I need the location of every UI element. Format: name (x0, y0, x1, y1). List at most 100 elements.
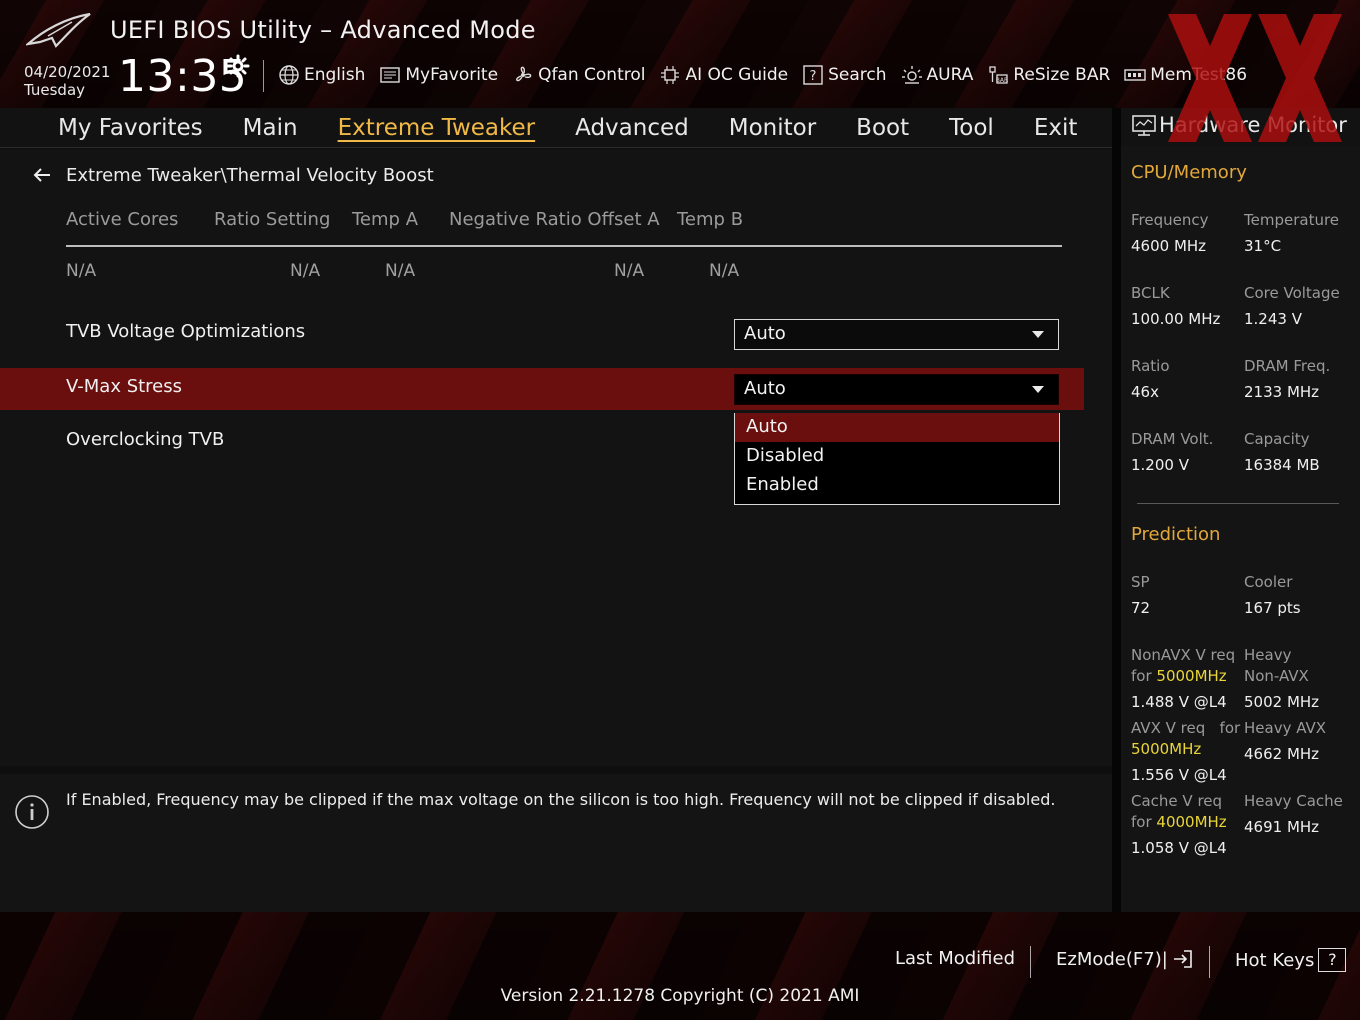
table-cell: N/A (385, 261, 416, 281)
column-header: Active Cores (66, 209, 179, 230)
toolbar-resizebar-button[interactable]: BAR ReSize BAR (987, 64, 1110, 86)
tab-my-favorites[interactable]: My Favorites (38, 110, 223, 146)
setting-label: TVB Voltage Optimizations (66, 321, 306, 342)
hw-value: 16384 MB (1244, 456, 1320, 474)
main-nav: My Favorites Main Extreme Tweaker Advanc… (0, 108, 1112, 148)
toolbar-aura-label: AURA (926, 65, 974, 85)
tvb-voltage-select[interactable]: Auto (734, 319, 1059, 350)
toolbar-qfan-label: Qfan Control (538, 65, 646, 85)
hw-value: 1.243 V (1244, 310, 1302, 328)
hw-label: Core Voltage (1244, 284, 1340, 302)
hw-label: Heavy (1244, 646, 1292, 664)
column-header: Ratio Setting (214, 209, 331, 230)
toolbar-aioc-label: AI OC Guide (685, 65, 789, 85)
ezmode-label: EzMode(F7)| (1056, 948, 1168, 970)
hw-value: 4691 MHz (1244, 818, 1320, 836)
toolbar-resizebar-label: ReSize BAR (1013, 65, 1111, 85)
exit-arrow-icon (1173, 950, 1192, 968)
toolbar-search-label: Search (828, 65, 887, 85)
aura-icon (901, 66, 922, 84)
hw-value: 100.00 MHz (1131, 310, 1221, 328)
question-icon: ? (803, 65, 823, 85)
panel-divider (1112, 108, 1121, 912)
v-max-stress-dropdown: Auto Disabled Enabled (734, 413, 1060, 505)
footer-divider (1030, 946, 1031, 978)
table-divider (66, 245, 1062, 247)
day-text: Tuesday (24, 81, 86, 99)
hw-value: 46x (1131, 383, 1159, 401)
v-max-stress-select[interactable]: Auto (734, 374, 1059, 405)
column-header: Negative Ratio Offset A (449, 209, 660, 230)
toolbar-search-button[interactable]: ? Search (802, 64, 887, 86)
footer-divider (1209, 946, 1210, 978)
hw-label: Capacity (1244, 430, 1310, 448)
hw-label: Cache V req (1131, 792, 1223, 810)
hw-label: 5000MHz (1131, 739, 1201, 760)
hw-value: 2133 MHz (1244, 383, 1320, 401)
header-divider (263, 60, 264, 92)
memory-icon (1124, 69, 1146, 81)
tab-extreme-tweaker[interactable]: Extreme Tweaker (318, 110, 556, 146)
setting-tvb-voltage-optimizations[interactable]: TVB Voltage Optimizations Auto (0, 313, 1084, 355)
hw-label: Frequency (1131, 211, 1209, 229)
hw-label-for: for (1219, 719, 1241, 737)
dropdown-option-disabled[interactable]: Disabled (735, 442, 1059, 471)
hw-value: 1.200 V (1131, 456, 1189, 474)
help-text: If Enabled, Frequency may be clipped if … (66, 790, 1056, 809)
toolbar-myfavorite-label: MyFavorite (405, 65, 499, 85)
rog-logo-icon (26, 12, 91, 48)
hw-label: DRAM Freq. (1244, 357, 1331, 375)
table-cell: N/A (614, 261, 645, 281)
last-modified-label: Last Modified (895, 948, 1016, 969)
tab-boot[interactable]: Boot (836, 110, 929, 146)
toolbar-memtest-button[interactable]: MemTest86 (1124, 64, 1247, 86)
dropdown-option-auto[interactable]: Auto (735, 413, 1059, 442)
ezmode-button[interactable]: EzMode(F7)| (1056, 948, 1194, 970)
toolbar-myfavorite-button[interactable]: MyFavorite (379, 64, 498, 86)
back-arrow-icon[interactable] (30, 163, 54, 187)
gear-icon[interactable] (226, 54, 250, 78)
hw-label: Ratio (1131, 357, 1170, 375)
svg-text:BAR: BAR (996, 77, 1008, 84)
hot-keys-label: Hot Keys (1235, 949, 1315, 971)
select-value: Auto (744, 323, 786, 344)
tab-main[interactable]: Main (223, 110, 318, 146)
hw-label: BCLK (1131, 284, 1170, 302)
svg-text:?: ? (810, 69, 817, 84)
select-value: Auto (744, 378, 786, 399)
toolbar-aioc-button[interactable]: AI OC Guide (659, 64, 788, 86)
hw-value: 31°C (1244, 237, 1282, 255)
tab-exit[interactable]: Exit (1014, 110, 1098, 146)
version-text: Version 2.21.1278 Copyright (C) 2021 AMI (500, 986, 860, 1006)
hardware-monitor-panel: Hardware Monitor CPU/Memory Frequency Te… (1121, 108, 1360, 912)
hot-keys-button[interactable]: Hot Keys ? (1235, 948, 1347, 972)
hw-label: NonAVX V req (1131, 646, 1236, 664)
date-text: 04/20/2021 (24, 63, 111, 81)
table-cell: N/A (290, 261, 321, 281)
breadcrumb-path: Extreme Tweaker\Thermal Velocity Boost (66, 164, 434, 186)
caret-down-icon (1032, 386, 1044, 393)
hw-label-for: for (1131, 813, 1152, 831)
last-modified-button[interactable]: Last Modified (895, 948, 1015, 969)
hw-label-for: for (1131, 667, 1152, 685)
footer-bar: Last Modified EzMode(F7)| Hot Keys ? Ver… (0, 912, 1360, 1020)
tab-monitor[interactable]: Monitor (709, 110, 836, 146)
toolbar-qfan-button[interactable]: Qfan Control (512, 64, 645, 86)
hw-divider (1137, 503, 1339, 504)
hw-value: 5002 MHz (1244, 693, 1320, 711)
column-header: Temp A (352, 209, 419, 230)
setting-v-max-stress[interactable]: V-Max Stress Auto (0, 368, 1084, 410)
tab-advanced[interactable]: Advanced (555, 110, 709, 146)
toolbar-aura-button[interactable]: AURA (901, 64, 974, 86)
dropdown-option-enabled[interactable]: Enabled (735, 471, 1059, 500)
help-panel: If Enabled, Frequency may be clipped if … (0, 774, 1112, 912)
hw-label: Temperature (1244, 211, 1340, 229)
header-bar: UEFI BIOS Utility – Advanced Mode 04/20/… (0, 0, 1360, 108)
monitor-icon (1132, 115, 1156, 136)
favorite-icon (380, 67, 401, 83)
hw-value: 1.556 V @L4 (1131, 766, 1227, 784)
toolbar-language-button[interactable]: English (278, 64, 365, 86)
globe-icon (279, 65, 299, 85)
hw-highlight-freq: 5000MHz (1156, 667, 1227, 685)
tab-tool[interactable]: Tool (929, 110, 1014, 146)
